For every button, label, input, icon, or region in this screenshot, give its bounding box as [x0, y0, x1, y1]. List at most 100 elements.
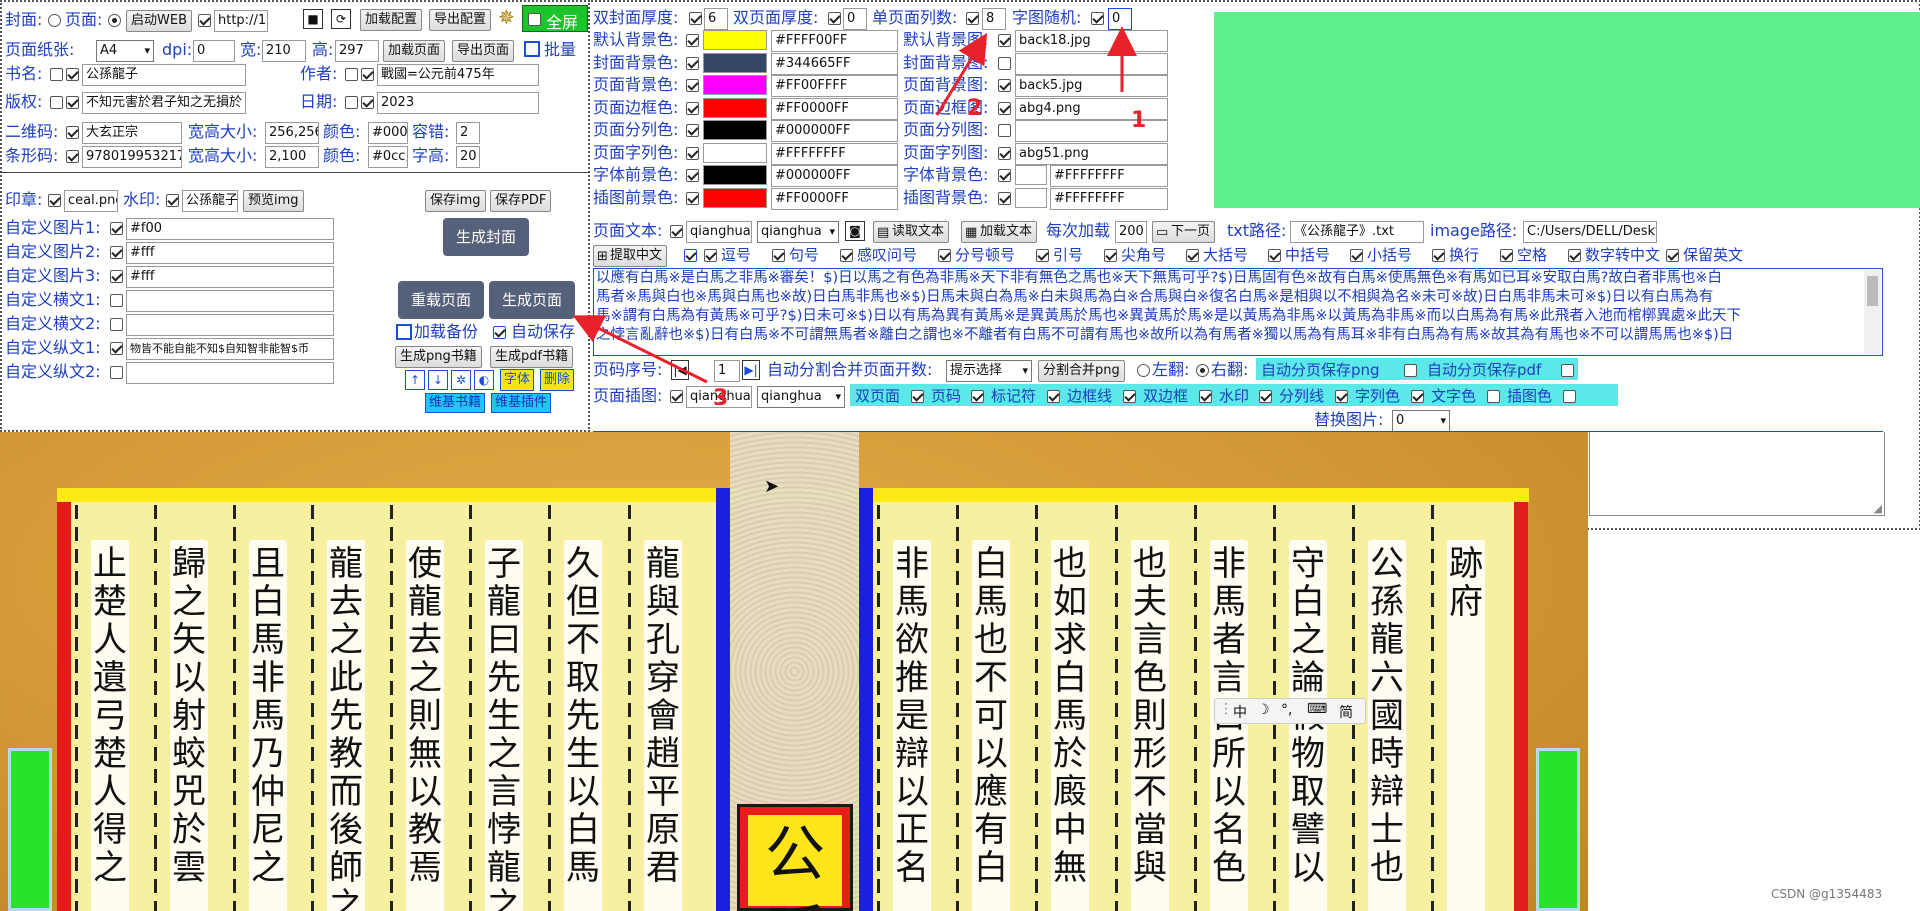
first-page-icon[interactable]: |◀ [671, 360, 689, 380]
cover-radio[interactable] [48, 14, 61, 27]
batch-checkbox[interactable] [524, 41, 540, 57]
color-swatch[interactable] [703, 187, 767, 208]
image-row-checkbox[interactable] [998, 169, 1011, 182]
punctuation-checkbox[interactable] [1186, 249, 1199, 262]
swirl-icon[interactable]: ◐ [474, 370, 494, 390]
fullscreen-checkbox[interactable] [528, 13, 541, 26]
moon-icon[interactable]: ☽ [1257, 702, 1270, 718]
date-input[interactable]: 2023 [377, 92, 539, 114]
custom-h1-input[interactable] [126, 290, 334, 312]
read-text-button[interactable]: ▤ 读取文本 [873, 221, 950, 243]
auto-png-checkbox[interactable] [1404, 364, 1417, 377]
color-row-checkbox[interactable] [686, 101, 699, 115]
up-arrow-icon[interactable]: ↑ [405, 370, 425, 390]
dpi-input[interactable]: 0 [193, 40, 235, 62]
page-text-select[interactable]: qianghua [757, 221, 839, 243]
illustration-option-checkbox[interactable] [1047, 390, 1060, 403]
custom-v1-checkbox[interactable] [110, 342, 123, 355]
camera-icon[interactable]: ◙ [845, 221, 865, 241]
fullscreen-button[interactable]: 全屏 [522, 5, 588, 32]
load-backup-checkbox[interactable] [396, 324, 412, 340]
right-flip-radio[interactable] [1196, 364, 1209, 377]
illustration-option-checkbox[interactable] [971, 390, 984, 403]
image-row-input[interactable]: back18.jpg [1015, 30, 1168, 52]
nodes-icon[interactable]: ✲ [451, 370, 471, 390]
color-row-checkbox[interactable] [686, 34, 699, 47]
book-checkbox-a[interactable] [50, 68, 63, 81]
double-page-thickness-checkbox[interactable] [828, 12, 841, 25]
custom-img3-checkbox[interactable] [110, 270, 123, 283]
custom-img1-input[interactable]: #f00 [126, 218, 334, 240]
color-row-checkbox[interactable] [686, 79, 699, 92]
load-text-button[interactable]: ▦ 加载文本 [961, 221, 1038, 243]
color-row-checkbox[interactable] [686, 124, 699, 137]
custom-img1-checkbox[interactable] [110, 222, 123, 235]
punctuation-icon[interactable]: °, [1281, 702, 1292, 718]
generate-page-button[interactable]: 生成页面 [489, 281, 575, 319]
ime-toolbar[interactable]: ⋮ 中 ☽ °, ⌨ 简 [1214, 698, 1366, 724]
image-row-checkbox[interactable] [998, 124, 1011, 137]
next-page-button[interactable]: ▭ 下一页 [1152, 221, 1216, 243]
load-page-button[interactable]: 加载页面 [383, 40, 446, 62]
stop-icon[interactable]: ■ [303, 9, 323, 29]
left-flip-radio[interactable] [1137, 364, 1150, 377]
generate-png-book-button[interactable]: 生成png书籍 [395, 346, 482, 368]
color-swatch[interactable] [703, 165, 767, 185]
generate-cover-button[interactable]: 生成封面 [443, 218, 529, 256]
save-img-button[interactable]: 保存img [425, 190, 486, 212]
auto-save-checkbox[interactable] [493, 326, 506, 339]
image-row-input[interactable]: abg51.png [1015, 142, 1168, 165]
url-checkbox[interactable] [198, 14, 211, 27]
qr-input[interactable]: 大玄正宗 [82, 122, 182, 144]
color-value-input[interactable]: #FF0000FF [771, 187, 898, 210]
watermark-checkbox[interactable] [166, 194, 179, 207]
image-row-checkbox[interactable] [998, 34, 1011, 47]
page-illustration-select[interactable]: qianghua [757, 386, 845, 408]
punctuation-checkbox[interactable] [1036, 249, 1049, 262]
text-scrollbar[interactable] [1864, 270, 1881, 354]
punctuation-checkbox[interactable] [1666, 249, 1679, 262]
punctuation-checkbox[interactable] [1432, 249, 1445, 262]
illustration-option-checkbox[interactable] [1123, 390, 1136, 403]
qr-tolerance-input[interactable]: 2 [456, 122, 480, 144]
preview-img-button[interactable]: 预览img [243, 190, 304, 212]
color-row-checkbox[interactable] [686, 191, 699, 205]
page-text-input[interactable]: qianghua/ [686, 221, 752, 243]
keyboard-icon[interactable]: ⌨ [1307, 701, 1327, 717]
height-input[interactable]: 297 [335, 40, 379, 62]
refresh-icon[interactable]: ⟳ [331, 9, 351, 29]
illustration-option-checkbox[interactable] [1259, 390, 1272, 403]
double-cover-thickness-input[interactable]: 6 [704, 8, 728, 30]
image-row-input[interactable]: back5.jpg [1015, 75, 1168, 97]
color-swatch[interactable] [703, 75, 767, 95]
color-swatch[interactable] [703, 142, 767, 163]
color-swatch[interactable] [703, 97, 767, 118]
color-swatch[interactable] [703, 120, 767, 140]
seal-input[interactable]: ceal.png [64, 190, 118, 212]
image-row-checkbox[interactable] [998, 146, 1011, 160]
image-row-input[interactable] [1015, 52, 1168, 75]
text-scrollbar-thumb[interactable] [1867, 276, 1878, 306]
author-input[interactable]: 戰國=公元前475年 [377, 64, 539, 86]
random-chars-input[interactable]: 0 [1108, 8, 1132, 30]
paper-select[interactable]: A4 [96, 40, 154, 62]
color-swatch[interactable] [703, 52, 767, 73]
seal-checkbox[interactable] [48, 194, 61, 207]
select-all-checkbox[interactable] [684, 249, 697, 262]
copyright-checkbox-b[interactable] [66, 96, 79, 109]
resize-grip-icon[interactable]: ◢ [1874, 502, 1882, 515]
author-checkbox-b[interactable] [361, 68, 374, 81]
reload-page-button[interactable]: 重载页面 [398, 281, 484, 319]
last-page-icon[interactable]: ▶| [742, 360, 760, 380]
punctuation-checkbox[interactable] [1268, 249, 1281, 262]
random-chars-checkbox[interactable] [1091, 12, 1104, 25]
single-page-columns-input[interactable]: 8 [982, 8, 1006, 30]
barcode-checkbox[interactable] [66, 150, 79, 163]
page-radio[interactable] [108, 14, 121, 27]
author-checkbox-a[interactable] [345, 68, 358, 81]
custom-h2-checkbox[interactable] [110, 318, 123, 331]
qr-color-input[interactable]: #000, [368, 122, 408, 144]
color-value-input[interactable]: #FFFF00FF [771, 30, 898, 52]
date-checkbox-b[interactable] [361, 96, 374, 109]
image-row-input[interactable]: #FFFFFFFF [1050, 165, 1168, 187]
